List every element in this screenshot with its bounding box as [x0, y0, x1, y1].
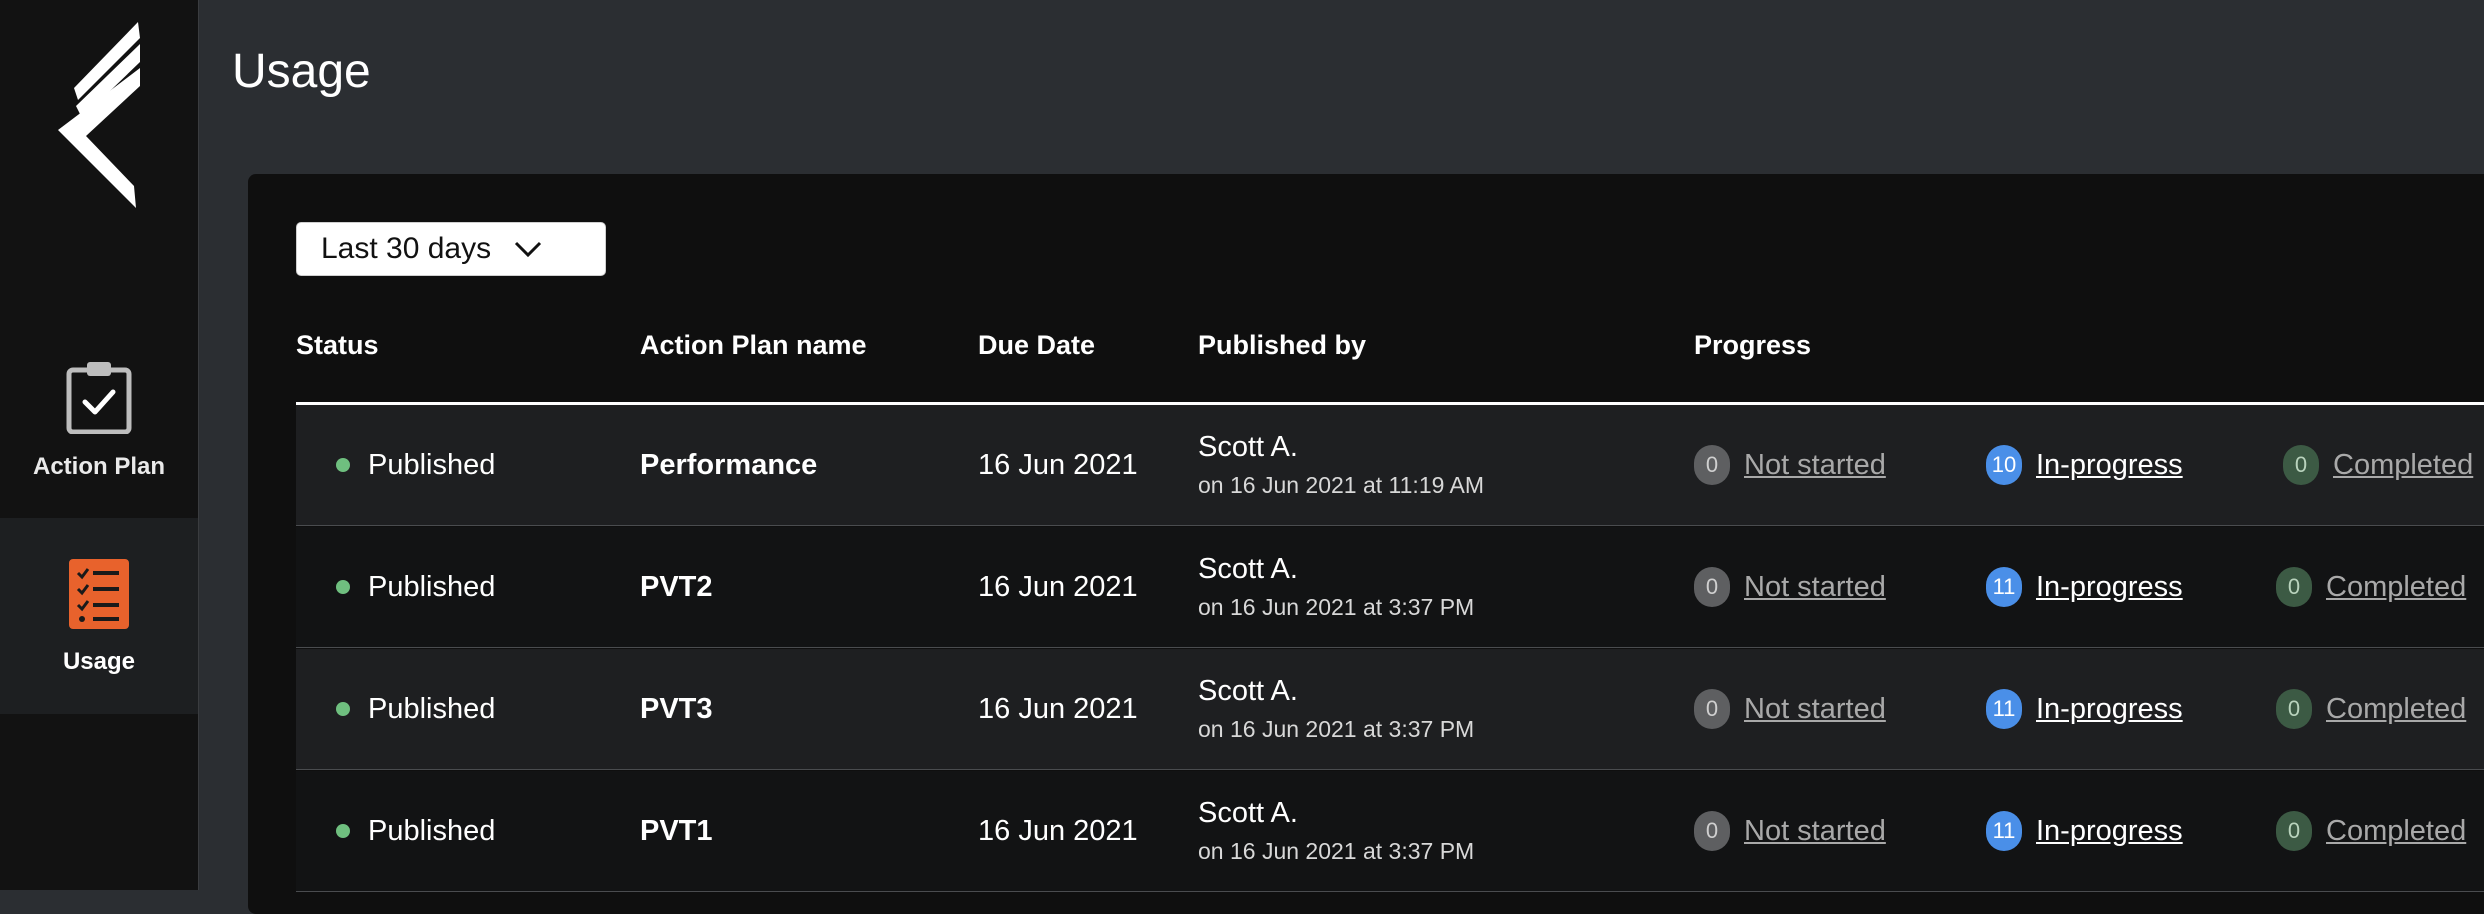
- sidebar-item-label: Action Plan: [32, 452, 165, 480]
- page-title: Usage: [232, 45, 371, 98]
- publisher-name: Scott A.: [1198, 431, 1298, 463]
- status-text: Published: [368, 814, 496, 847]
- in-progress-count: 11: [1986, 567, 2022, 607]
- completed-link[interactable]: 0 Completed: [2283, 405, 2473, 525]
- not-started-count: 0: [1694, 445, 1730, 485]
- brand-logo-icon[interactable]: [40, 18, 160, 208]
- action-plan-name[interactable]: Performance: [640, 405, 817, 525]
- completed-count: 0: [2276, 567, 2312, 607]
- completed-link[interactable]: 0 Completed: [2276, 527, 2466, 647]
- publisher-name: Scott A.: [1198, 553, 1298, 585]
- in-progress-count: 10: [1986, 445, 2022, 485]
- action-plan-name[interactable]: PVT1: [640, 771, 713, 891]
- not-started-link[interactable]: 0 Not started: [1694, 527, 1886, 647]
- status-dot-icon: [336, 580, 350, 594]
- publisher-name: Scott A.: [1198, 675, 1298, 707]
- table-row[interactable]: Published Performance 16 Jun 2021 Scott …: [296, 405, 2484, 526]
- status-text: Published: [368, 448, 496, 481]
- date-range-value: Last 30 days: [321, 232, 492, 265]
- chevron-down-icon: [513, 239, 543, 259]
- in-progress-link[interactable]: 11 In-progress: [1986, 649, 2183, 769]
- sidebar: Action Plan Usage: [0, 0, 199, 890]
- status-cell: Published: [336, 527, 495, 647]
- in-progress-label: In-progress: [2036, 814, 2183, 847]
- not-started-label: Not started: [1744, 814, 1886, 847]
- in-progress-link[interactable]: 11 In-progress: [1986, 771, 2183, 891]
- status-dot-icon: [336, 458, 350, 472]
- in-progress-label: In-progress: [2036, 448, 2183, 481]
- sidebar-item-action-plan[interactable]: Action Plan: [0, 322, 198, 518]
- status-cell: Published: [336, 649, 495, 769]
- not-started-link[interactable]: 0 Not started: [1694, 649, 1886, 769]
- due-date: 16 Jun 2021: [978, 692, 1138, 725]
- published-date: on 16 Jun 2021 at 3:37 PM: [1198, 594, 1475, 620]
- in-progress-link[interactable]: 11 In-progress: [1986, 527, 2183, 647]
- not-started-label: Not started: [1744, 448, 1886, 481]
- published-by-cell: Scott A. on 16 Jun 2021 at 3:37 PM: [1198, 527, 1474, 647]
- column-header-published-by[interactable]: Published by: [1198, 330, 1366, 361]
- published-by-cell: Scott A. on 16 Jun 2021 at 3:37 PM: [1198, 649, 1474, 769]
- published-date: on 16 Jun 2021 at 3:37 PM: [1198, 838, 1475, 864]
- table-row[interactable]: Published PVT3 16 Jun 2021 Scott A. on 1…: [296, 649, 2484, 770]
- action-plan-name[interactable]: PVT2: [640, 527, 713, 647]
- column-header-status[interactable]: Status: [296, 330, 379, 361]
- publisher-name: Scott A.: [1198, 797, 1298, 829]
- in-progress-label: In-progress: [2036, 570, 2183, 603]
- status-text: Published: [368, 570, 496, 603]
- table-row[interactable]: Published PVT2 16 Jun 2021 Scott A. on 1…: [296, 527, 2484, 648]
- usage-card: Last 30 days Status Action Plan name Due…: [248, 174, 2484, 914]
- date-range-dropdown[interactable]: Last 30 days: [296, 222, 606, 276]
- due-date: 16 Jun 2021: [978, 814, 1138, 847]
- completed-label: Completed: [2326, 692, 2467, 725]
- sidebar-item-usage[interactable]: Usage: [0, 518, 198, 714]
- status-dot-icon: [336, 702, 350, 716]
- status-text: Published: [368, 692, 496, 725]
- not-started-link[interactable]: 0 Not started: [1694, 405, 1886, 525]
- not-started-label: Not started: [1744, 570, 1886, 603]
- column-header-progress: Progress: [1694, 330, 1812, 360]
- not-started-count: 0: [1694, 811, 1730, 851]
- published-by-cell: Scott A. on 16 Jun 2021 at 11:19 AM: [1198, 405, 1484, 525]
- completed-label: Completed: [2333, 448, 2474, 481]
- in-progress-count: 11: [1986, 689, 2022, 729]
- status-cell: Published: [336, 771, 495, 891]
- not-started-label: Not started: [1744, 692, 1886, 725]
- in-progress-label: In-progress: [2036, 692, 2183, 725]
- clipboard-check-icon: [65, 360, 133, 439]
- action-plan-name[interactable]: PVT3: [640, 649, 713, 769]
- in-progress-link[interactable]: 10 In-progress: [1986, 405, 2183, 525]
- column-header-name[interactable]: Action Plan name: [640, 330, 867, 361]
- not-started-count: 0: [1694, 567, 1730, 607]
- completed-count: 0: [2276, 689, 2312, 729]
- published-date: on 16 Jun 2021 at 11:19 AM: [1198, 472, 1485, 498]
- in-progress-count: 11: [1986, 811, 2022, 851]
- status-dot-icon: [336, 824, 350, 838]
- published-date: on 16 Jun 2021 at 3:37 PM: [1198, 716, 1475, 742]
- due-date: 16 Jun 2021: [978, 448, 1138, 481]
- due-date: 16 Jun 2021: [978, 570, 1138, 603]
- table-header: Status Action Plan name Due Date Publish…: [296, 330, 2484, 405]
- completed-link[interactable]: 0 Completed: [2276, 771, 2466, 891]
- completed-count: 0: [2276, 811, 2312, 851]
- published-by-cell: Scott A. on 16 Jun 2021 at 3:37 PM: [1198, 771, 1474, 891]
- completed-link[interactable]: 0 Completed: [2276, 649, 2466, 769]
- completed-label: Completed: [2326, 814, 2467, 847]
- status-cell: Published: [336, 405, 495, 525]
- completed-label: Completed: [2326, 570, 2467, 603]
- column-header-due-date[interactable]: Due Date: [978, 330, 1095, 361]
- not-started-count: 0: [1694, 689, 1730, 729]
- sidebar-item-label: Usage: [62, 647, 136, 675]
- completed-count: 0: [2283, 445, 2319, 485]
- checklist-icon: [69, 557, 129, 634]
- table-row[interactable]: Published PVT1 16 Jun 2021 Scott A. on 1…: [296, 771, 2484, 892]
- not-started-link[interactable]: 0 Not started: [1694, 771, 1886, 891]
